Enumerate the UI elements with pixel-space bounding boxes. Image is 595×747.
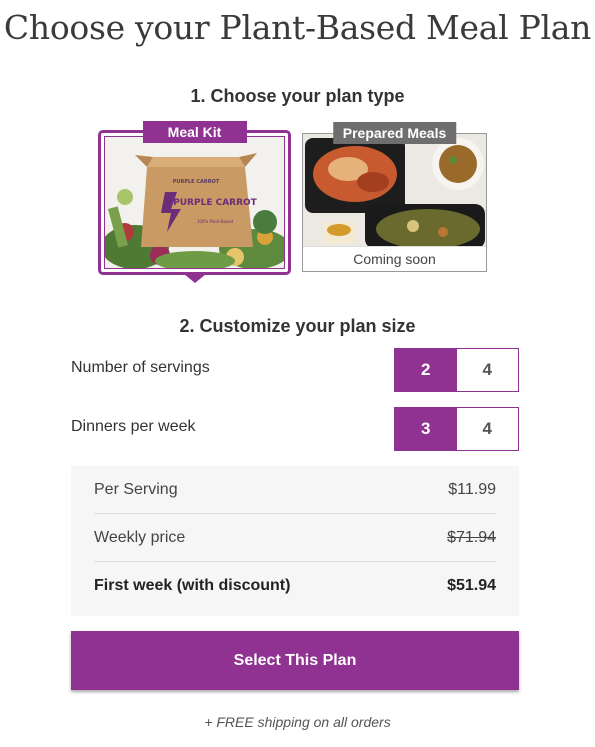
coming-soon-label: Coming soon	[303, 246, 486, 271]
meal-kit-image: PURPLE CARROT PURPLE CARROT 100% Plant-B…	[104, 136, 285, 269]
weekly-price-label: Weekly price	[94, 528, 186, 546]
box-brand-text: PURPLE CARROT	[173, 198, 258, 208]
first-week-value: $51.94	[447, 576, 496, 594]
meal-kit-badge: Meal Kit	[142, 121, 247, 143]
prepared-meals-card[interactable]: Prepared Meals Coming soon	[302, 122, 487, 272]
selected-pointer-icon	[183, 274, 206, 283]
first-week-row: First week (with discount) $51.94	[94, 561, 496, 609]
plan-size-heading: 2. Customize your plan size	[179, 316, 416, 336]
dinners-option-4[interactable]: 4	[456, 408, 518, 450]
per-serving-row: Per Serving $11.99	[94, 466, 496, 513]
weekly-price-value: $71.94	[447, 528, 496, 546]
servings-toggle: 2 4	[394, 348, 519, 392]
plan-type-heading: 1. Choose your plan type	[190, 86, 405, 106]
dinners-toggle: 3 4	[394, 407, 519, 451]
per-serving-value: $11.99	[448, 480, 496, 498]
weekly-price-row: Weekly price $71.94	[94, 513, 496, 561]
select-plan-button[interactable]: Select This Plan	[71, 631, 519, 690]
price-summary: Per Serving $11.99 Weekly price $71.94 F…	[71, 466, 519, 616]
prepared-meals-image	[303, 134, 486, 247]
dinners-label: Dinners per week	[71, 418, 196, 435]
servings-option-2[interactable]: 2	[395, 349, 457, 391]
servings-label: Number of servings	[71, 359, 210, 376]
box-small-text: 100% Plant-Based	[197, 219, 234, 224]
dinners-option-3[interactable]: 3	[395, 408, 457, 450]
free-shipping-note: + FREE shipping on all orders	[204, 714, 391, 730]
box-top-text: PURPLE CARROT	[173, 179, 220, 185]
prepared-meals-badge: Prepared Meals	[332, 122, 457, 144]
servings-option-4[interactable]: 4	[456, 349, 518, 391]
page-title: Choose your Plant-Based Meal Plan	[3, 8, 592, 47]
first-week-label: First week (with discount)	[94, 576, 291, 594]
per-serving-label: Per Serving	[94, 480, 178, 498]
meal-kit-card[interactable]: PURPLE CARROT PURPLE CARROT 100% Plant-B…	[98, 121, 291, 283]
